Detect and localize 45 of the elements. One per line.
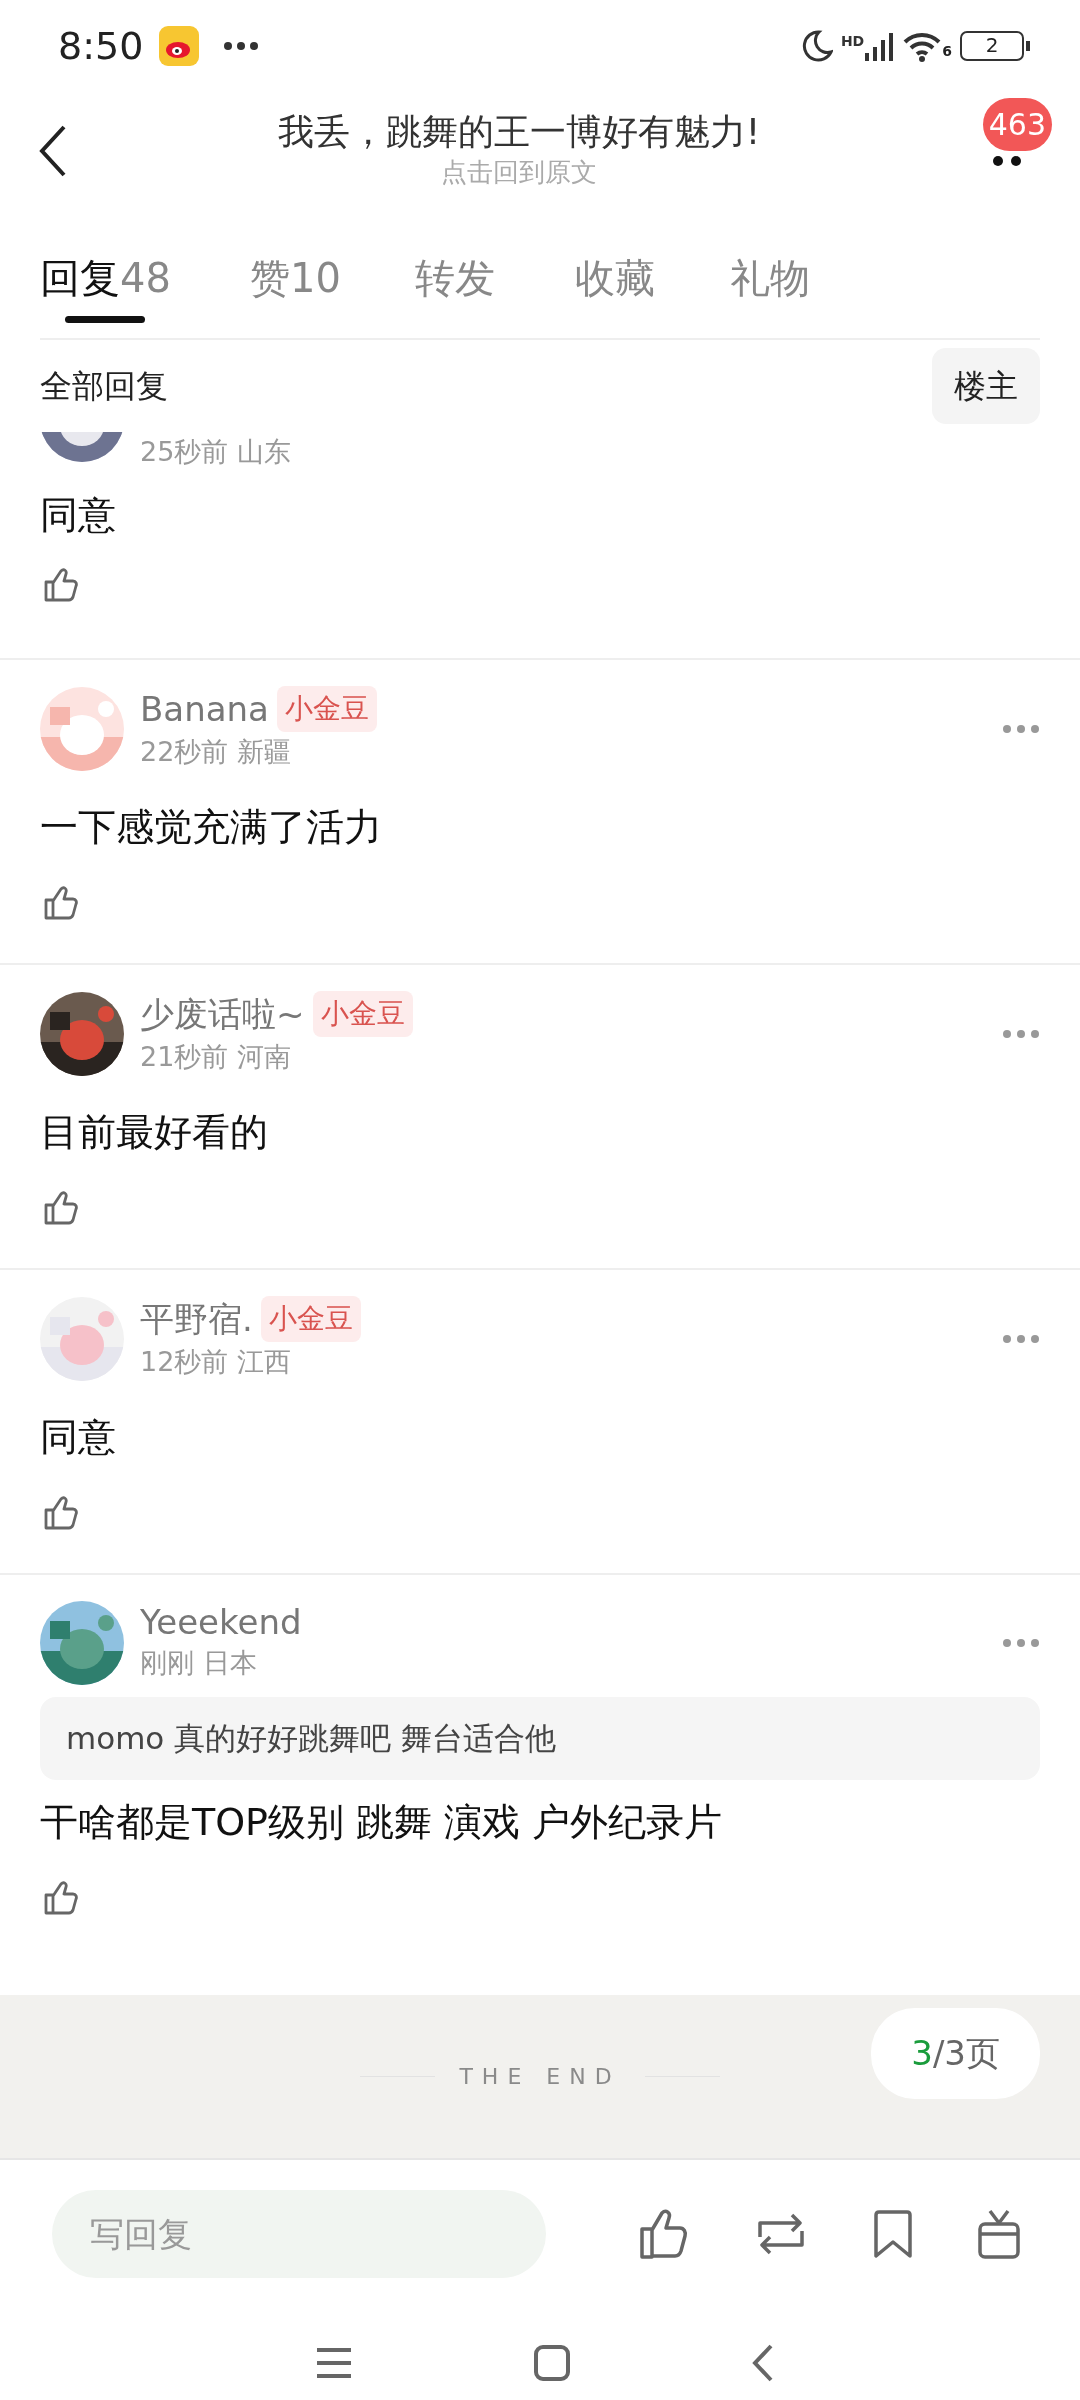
user-tag: 小金豆 <box>260 1296 361 1342</box>
reply-field[interactable]: 写回复 <box>52 2190 546 2278</box>
clock-time: 8:50 <box>58 22 144 70</box>
username[interactable]: Yeeekend <box>140 1602 302 1644</box>
comment-meta: 22秒前 新疆 <box>140 735 292 769</box>
back-to-post-link[interactable]: 点击回到原文 <box>441 153 597 193</box>
tab[interactable]: 礼物 <box>730 248 870 328</box>
like-icon[interactable] <box>638 2207 690 2261</box>
comment-meta: 21秒前 河南 <box>140 1040 292 1074</box>
tab[interactable]: 转发 <box>415 248 575 328</box>
username[interactable]: 少废话啦~ <box>140 993 305 1035</box>
bookmark-icon[interactable] <box>872 2209 914 2259</box>
username[interactable]: 平野宿. <box>140 1298 253 1340</box>
comment-meta: 25秒前 山东 <box>140 435 291 469</box>
home-icon[interactable] <box>533 2344 571 2382</box>
user-tag: 小金豆 <box>312 991 413 1037</box>
wifi-icon <box>902 30 943 62</box>
post-title[interactable]: 我丢，跳舞的王一博好有魅力! <box>277 109 761 154</box>
comment-text: 一下感觉充满了活力 <box>40 803 383 851</box>
comment-text: 同意 <box>40 1413 117 1461</box>
app-icon <box>159 26 200 66</box>
battery-icon: 2 <box>960 31 1024 61</box>
tab[interactable]: 回复48 <box>40 248 250 328</box>
username[interactable]: Banana <box>140 688 269 730</box>
back-icon[interactable] <box>38 124 68 178</box>
user-tag: 小金豆 <box>276 686 377 732</box>
more-icon[interactable] <box>992 155 1022 167</box>
quoted-reply: momo 真的好好跳舞吧 舞台适合他 <box>40 1697 1040 1780</box>
tab[interactable]: 赞10 <box>250 248 415 328</box>
wifi-label: 6 <box>942 42 952 61</box>
end-label: THE END <box>459 2063 621 2091</box>
comment-meta: 12秒前 江西 <box>140 1345 292 1379</box>
menu-icon[interactable] <box>315 2347 353 2379</box>
author-filter-button[interactable]: 楼主 <box>932 348 1040 424</box>
comment-text: 目前最好看的 <box>40 1108 269 1156</box>
section-label: 全部回复 <box>40 366 168 407</box>
page-indicator[interactable]: 3/3页 <box>871 2008 1040 2099</box>
tab[interactable]: 收藏 <box>575 248 730 328</box>
notification-badge: 463 <box>982 98 1052 151</box>
network-label: HD <box>840 32 865 51</box>
more-icon <box>223 41 260 51</box>
signal-icon <box>864 31 895 61</box>
comment-text: 同意 <box>40 491 117 539</box>
comment-text: 干啥都是TOP级别 跳舞 演戏 户外纪录片 <box>40 1798 724 1846</box>
comment-meta: 刚刚 日本 <box>140 1646 258 1681</box>
